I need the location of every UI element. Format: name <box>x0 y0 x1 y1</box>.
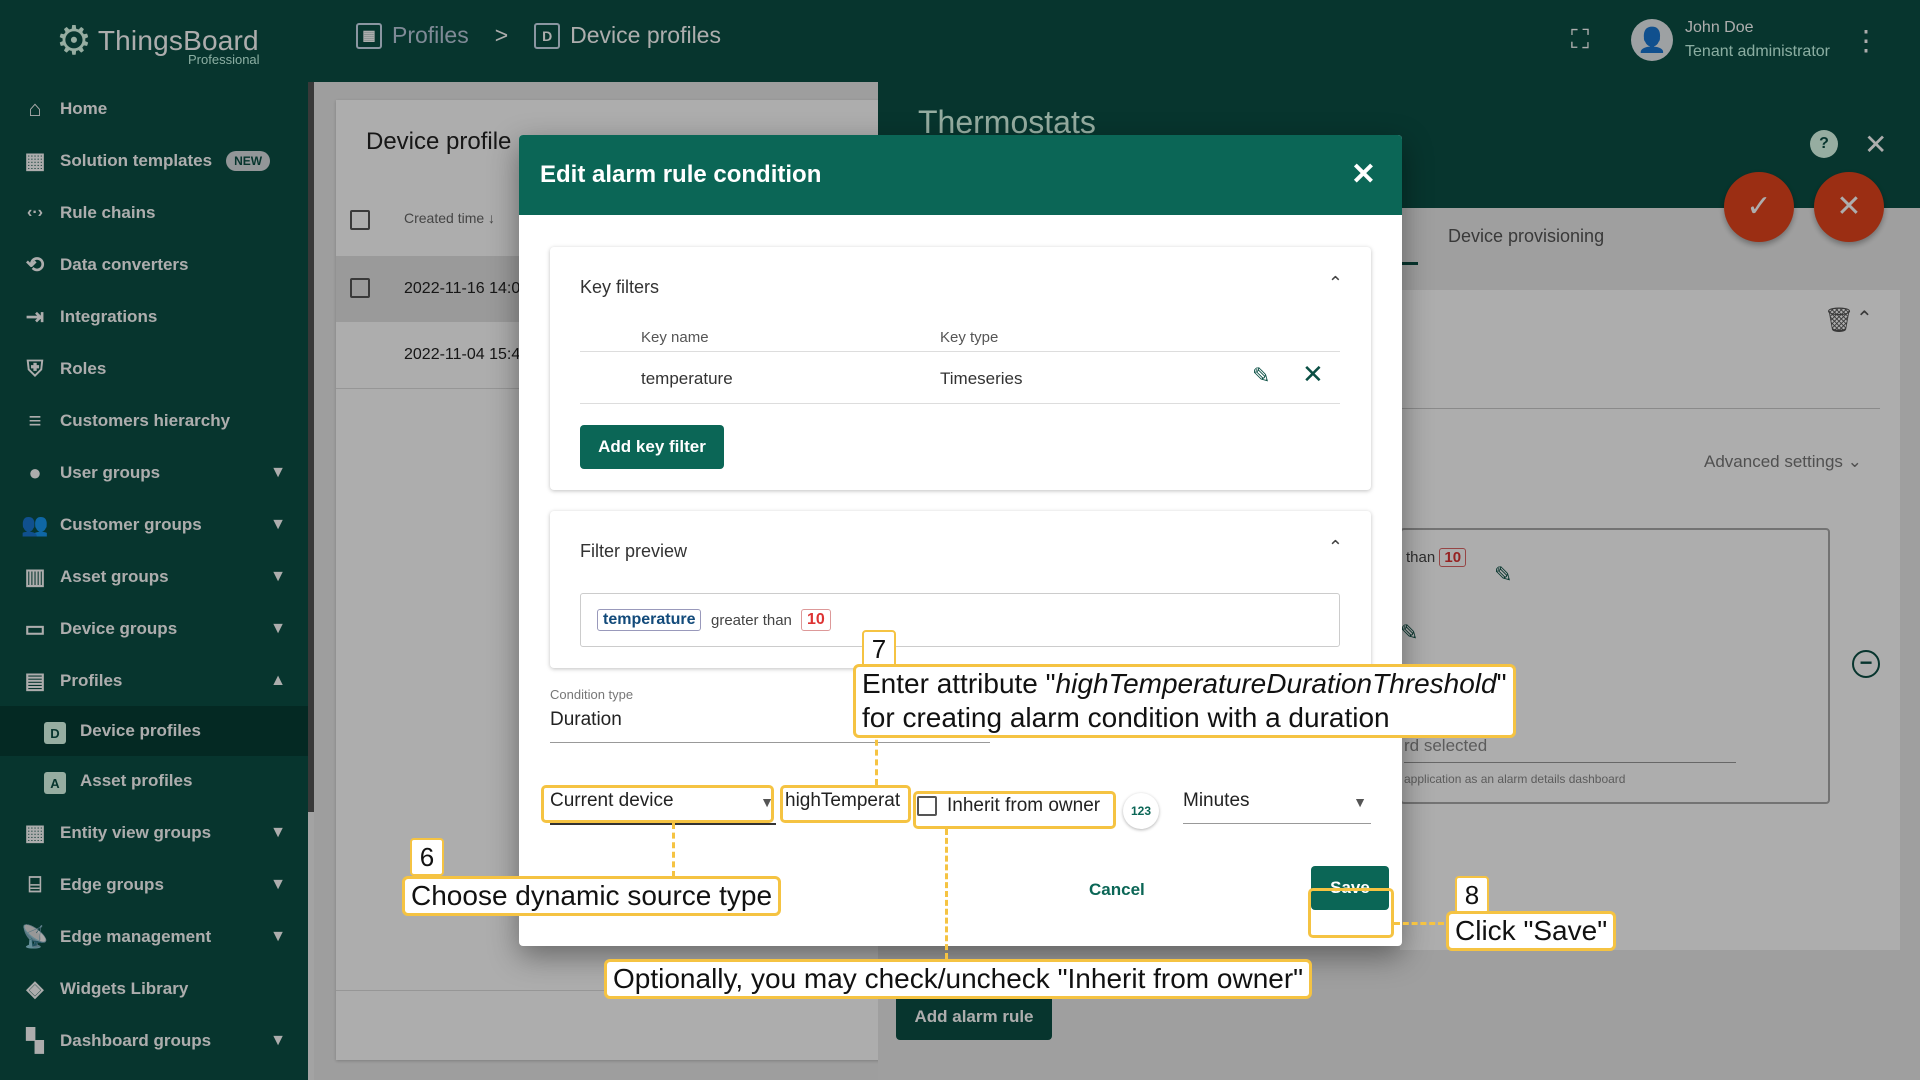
dropdown-arrow-icon: ▼ <box>1353 794 1367 810</box>
key-filters-title: Key filters <box>580 277 660 297</box>
connector-line <box>1394 922 1444 925</box>
dialog-header: Edit alarm rule condition ✕ <box>519 135 1402 215</box>
cancel-button[interactable]: Cancel <box>1089 880 1145 900</box>
filter-preview-panel: Filter preview ⌃ temperature greater tha… <box>550 511 1371 668</box>
key-filters-panel: Key filters ⌃ Key name Key type temperat… <box>550 247 1371 490</box>
step-number-6: 6 <box>410 838 444 876</box>
close-icon[interactable]: ✕ <box>1302 359 1324 390</box>
column-key-name: Key name <box>641 329 709 346</box>
highlight-save <box>1308 888 1394 938</box>
connector-line <box>672 823 675 877</box>
numeric-value-toggle-icon[interactable]: 123 <box>1123 793 1159 829</box>
key-type-cell: Timeseries <box>940 369 1023 388</box>
step-number-7: 7 <box>862 630 896 668</box>
column-key-type: Key type <box>940 329 999 346</box>
close-icon[interactable]: ✕ <box>1351 157 1376 192</box>
highlight-inherit <box>913 791 1116 829</box>
preview-value-chip: 10 <box>801 609 831 631</box>
highlight-attribute <box>780 785 911 823</box>
connector-line <box>945 829 948 959</box>
add-key-filter-button[interactable]: Add key filter <box>580 425 724 469</box>
edit-icon[interactable]: ✎ <box>1252 363 1270 389</box>
callout-step-7: Enter attribute "highTemperatureDuration… <box>853 664 1516 738</box>
highlight-source-type <box>541 785 774 823</box>
chevron-up-icon[interactable]: ⌃ <box>1328 273 1343 294</box>
condition-type-label: Condition type <box>550 687 634 702</box>
preview-key-chip: temperature <box>597 609 702 631</box>
callout-inherit-note: Optionally, you may check/uncheck "Inher… <box>604 959 1313 999</box>
dialog-title: Edit alarm rule condition <box>540 161 822 188</box>
key-name-cell: temperature <box>641 369 733 388</box>
chevron-up-icon[interactable]: ⌃ <box>1328 537 1343 558</box>
filter-preview-box: temperature greater than 10 <box>580 593 1340 647</box>
time-unit-select[interactable]: Minutes ▼ <box>1183 790 1371 812</box>
condition-type-select[interactable]: Duration <box>550 709 622 731</box>
preview-operator: greater than <box>711 612 792 629</box>
filter-preview-title: Filter preview <box>580 541 688 561</box>
connector-line <box>875 730 878 785</box>
step-number-8: 8 <box>1455 876 1489 914</box>
callout-step-6: Choose dynamic source type <box>402 876 782 916</box>
callout-step-8: Click "Save" <box>1446 911 1617 951</box>
time-unit-value: Minutes <box>1183 790 1250 811</box>
